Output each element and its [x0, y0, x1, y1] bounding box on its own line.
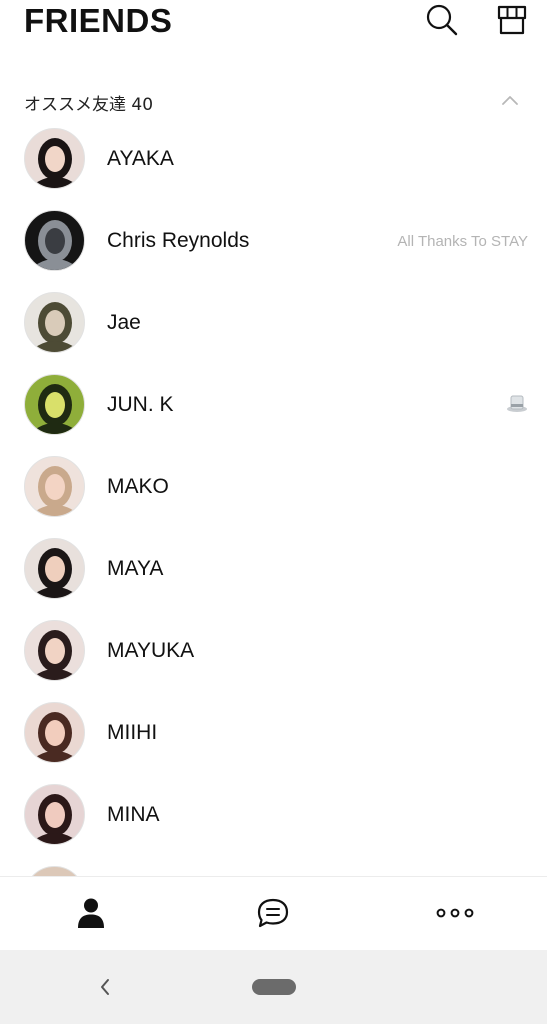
top-hat-icon: [506, 392, 528, 414]
avatar[interactable]: [24, 702, 85, 763]
person-icon: [78, 898, 104, 928]
avatar[interactable]: [24, 374, 85, 435]
avatar[interactable]: [24, 292, 85, 353]
friend-name: Chris Reynolds: [107, 229, 250, 252]
friend-row[interactable]: MAYUKA: [0, 610, 547, 692]
friend-name: MAYUKA: [107, 639, 195, 662]
friend-row[interactable]: Chris Reynolds All Thanks To STAY: [0, 200, 547, 282]
search-button[interactable]: [424, 2, 460, 38]
tab-chats[interactable]: [251, 891, 295, 935]
avatar[interactable]: [24, 456, 85, 517]
tab-friends[interactable]: [69, 891, 113, 935]
collapse-button[interactable]: [498, 88, 522, 112]
search-icon: [426, 4, 458, 36]
back-button[interactable]: [92, 974, 118, 1000]
friend-name: MAYA: [107, 557, 164, 580]
avatar[interactable]: [24, 784, 85, 845]
friend-row[interactable]: MINA: [0, 774, 547, 856]
avatar[interactable]: [24, 128, 85, 189]
friend-row[interactable]: JUN. K: [0, 364, 547, 446]
friend-row[interactable]: AYAKA: [0, 118, 547, 200]
friend-name: MINA: [107, 803, 160, 826]
avatar[interactable]: [24, 538, 85, 599]
more-dots-icon: [436, 908, 474, 918]
friend-name: JUN. K: [107, 393, 174, 416]
friend-list: AYAKA Chris Reynolds All Thanks To STAY Jae…: [0, 118, 547, 938]
back-chevron-icon: [101, 979, 109, 995]
friend-name: AYAKA: [107, 147, 174, 170]
friend-name: MAKO: [107, 475, 169, 498]
chevron-up-icon: [502, 96, 518, 105]
friend-row[interactable]: MAKO: [0, 446, 547, 528]
friend-name: Jae: [107, 311, 141, 334]
tab-more[interactable]: [433, 891, 477, 935]
chat-bubble-icon: [257, 898, 289, 928]
page-title: FRIENDS: [24, 2, 173, 39]
recommended-friends-header[interactable]: オススメ友達 40: [0, 80, 547, 120]
friend-name: MIIHI: [107, 721, 158, 744]
section-label: オススメ友達 40: [24, 95, 154, 115]
home-pill-icon[interactable]: [252, 979, 296, 995]
avatar[interactable]: [24, 620, 85, 681]
avatar[interactable]: [24, 210, 85, 271]
friend-row[interactable]: MAYA: [0, 528, 547, 610]
status-message: All Thanks To STAY: [397, 233, 528, 250]
bottom-tab-bar: [0, 876, 547, 950]
shop-icon: [497, 5, 527, 35]
shop-button[interactable]: [494, 2, 530, 38]
header: FRIENDS: [0, 0, 547, 60]
system-navigation-bar: [0, 950, 547, 1024]
friend-row[interactable]: MIIHI: [0, 692, 547, 774]
friend-row[interactable]: Jae: [0, 282, 547, 364]
